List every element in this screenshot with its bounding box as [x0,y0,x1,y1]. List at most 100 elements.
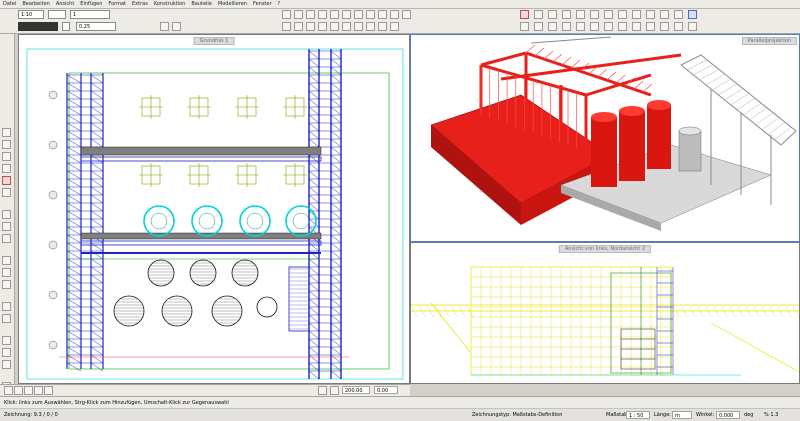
nav-prev-icon[interactable] [14,386,23,395]
nav-zoom-icon[interactable] [34,386,43,395]
layer-icon[interactable] [318,10,327,19]
copy-tool-icon[interactable] [2,152,11,161]
trim-icon[interactable] [618,10,627,19]
angle-field[interactable]: 0.000 [716,411,740,419]
measure-icon[interactable] [688,10,697,19]
nav-zoom-in-icon[interactable] [330,386,339,395]
rotate-tool-icon[interactable] [2,164,11,173]
scale-field[interactable]: 1 : 50 [626,411,650,419]
weld-icon[interactable] [632,22,641,31]
mirror-icon[interactable] [590,10,599,19]
hatch-icon[interactable] [172,22,181,31]
color-swatch[interactable] [18,22,58,31]
pen-select[interactable] [48,10,66,19]
explode-tool-icon[interactable] [2,234,11,243]
select-icon[interactable] [342,10,351,19]
rotate-icon[interactable] [576,10,585,19]
measure-tool-icon[interactable] [2,336,11,345]
color-dropdown[interactable] [62,22,70,31]
plate-icon[interactable] [548,22,557,31]
menu-item[interactable]: Konstruktion [151,0,189,8]
railing-icon[interactable] [576,22,585,31]
block-icon[interactable] [390,22,399,31]
left-toolbar [0,34,15,391]
chamfer-icon[interactable] [674,10,683,19]
grid-icon[interactable] [294,10,303,19]
menu-item[interactable]: Datei [0,0,19,8]
plan-viewport[interactable]: Grundriss 1 [18,34,410,384]
select-tool-icon[interactable] [2,128,11,137]
extend-icon[interactable] [632,10,641,19]
fillet-tool-icon[interactable] [2,314,11,323]
menu-item[interactable]: Format [105,0,129,8]
menu-item[interactable]: Einfügen [77,0,105,8]
section-icon[interactable] [646,22,655,31]
rectangle-icon[interactable] [306,22,315,31]
symbol-icon[interactable] [378,22,387,31]
edit-icon[interactable] [534,10,543,19]
menu-item[interactable]: Ansicht [53,0,77,8]
area-tool-icon[interactable] [2,348,11,357]
move-tool-icon[interactable] [2,140,11,149]
beam-icon[interactable] [520,22,529,31]
model-3d-viewport[interactable]: Parallelprojektion [410,34,800,242]
circle-icon[interactable] [318,22,327,31]
redraw-icon[interactable] [390,10,399,19]
copy-icon[interactable] [548,10,557,19]
line-width-select[interactable]: 0.25 [76,22,116,31]
mirror-tool-icon[interactable] [2,188,11,197]
pan-icon[interactable] [378,10,387,19]
stretch-icon[interactable] [604,10,613,19]
scale-select[interactable]: 1:10 [18,10,44,19]
pipe-icon[interactable] [590,22,599,31]
tank-icon[interactable] [604,22,613,31]
trim-tool-icon[interactable] [2,280,11,289]
offset-icon[interactable] [646,10,655,19]
red-arrow-icon[interactable] [520,10,529,19]
join-tool-icon[interactable] [2,256,11,265]
zoom-out-icon[interactable] [366,10,375,19]
nav-next-icon[interactable] [44,386,53,395]
extend-tool-icon[interactable] [2,302,11,311]
render-icon[interactable] [674,22,683,31]
fillet-icon[interactable] [660,10,669,19]
polyline-icon[interactable] [294,22,303,31]
ortho-icon[interactable] [306,10,315,19]
spline-icon[interactable] [342,22,351,31]
line-icon[interactable] [282,22,291,31]
move-icon[interactable] [562,10,571,19]
zoom-in-icon[interactable] [354,10,363,19]
snap-icon[interactable] [282,10,291,19]
dimension-icon[interactable] [366,22,375,31]
menu-item[interactable]: Extras [129,0,151,8]
menu-item[interactable]: Bauteile [188,0,215,8]
view-icon[interactable] [660,22,669,31]
line-style-select[interactable]: 1 [70,10,110,19]
nav-zoom-out-icon[interactable] [318,386,327,395]
export-icon[interactable] [688,22,697,31]
menu-item[interactable]: ? [275,0,284,8]
delete-tool-icon[interactable] [2,176,11,185]
pen-icon[interactable] [160,22,169,31]
refresh-icon[interactable] [330,10,339,19]
menu-item[interactable]: Modellieren [215,0,250,8]
text-icon[interactable] [354,22,363,31]
zoom-field[interactable]: 200.00 [342,386,370,394]
nav-first-icon[interactable] [4,386,13,395]
bolt-icon[interactable] [618,22,627,31]
window-icon[interactable] [402,10,411,19]
stair-icon[interactable] [562,22,571,31]
scale-tool-icon[interactable] [2,210,11,219]
properties-tool-icon[interactable] [2,360,11,369]
angle-field[interactable]: 0.00 [374,386,398,394]
nav-rotate-icon[interactable] [24,386,33,395]
section-viewport[interactable]: Ansicht von links, Nordansicht 2 [410,242,800,384]
column-icon[interactable] [534,22,543,31]
unit-label: deg [744,412,754,418]
array-tool-icon[interactable] [2,222,11,231]
length-field[interactable]: m [672,411,692,419]
menu-item[interactable]: Bearbeiten [19,0,52,8]
arc-icon[interactable] [330,22,339,31]
break-tool-icon[interactable] [2,268,11,277]
menu-item[interactable]: Fenster [250,0,275,8]
